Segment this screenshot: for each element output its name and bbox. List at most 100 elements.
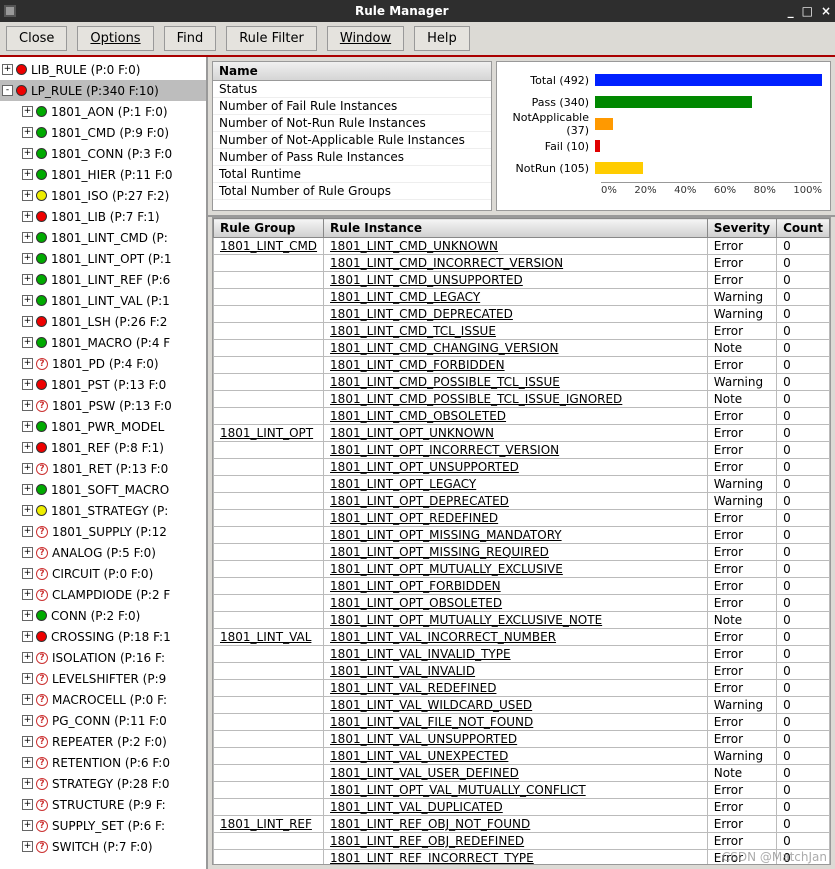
expander-icon[interactable]: + bbox=[22, 715, 33, 726]
expander-icon[interactable]: + bbox=[22, 400, 33, 411]
cell-rule-group[interactable]: 1801_LINT_REF bbox=[214, 816, 324, 833]
expander-icon[interactable]: + bbox=[22, 421, 33, 432]
table-row[interactable]: 1801_LINT_VAL_INVALIDError0 bbox=[214, 663, 830, 680]
cell-rule-instance[interactable]: 1801_LINT_CMD_POSSIBLE_TCL_ISSUE bbox=[324, 374, 708, 391]
tree-item[interactable]: +?1801_PSW (P:13 F:0 bbox=[0, 395, 206, 416]
field-list[interactable]: Name StatusNumber of Fail Rule Instances… bbox=[212, 61, 492, 211]
table-row[interactable]: 1801_LINT_VAL_DUPLICATEDError0 bbox=[214, 799, 830, 816]
expander-icon[interactable]: + bbox=[22, 295, 33, 306]
cell-rule-instance[interactable]: 1801_LINT_CMD_FORBIDDEN bbox=[324, 357, 708, 374]
cell-rule-instance[interactable]: 1801_LINT_VAL_UNSUPPORTED bbox=[324, 731, 708, 748]
cell-rule-group[interactable]: 1801_LINT_OPT bbox=[214, 425, 324, 442]
table-row[interactable]: 1801_LINT_OPT_MISSING_MANDATORYError0 bbox=[214, 527, 830, 544]
cell-rule-instance[interactable]: 1801_LINT_OPT_VAL_MUTUALLY_CONFLICT bbox=[324, 782, 708, 799]
expander-icon[interactable]: + bbox=[22, 106, 33, 117]
table-row[interactable]: 1801_LINT_OPT_UNSUPPORTEDError0 bbox=[214, 459, 830, 476]
table-row[interactable]: 1801_LINT_VAL_REDEFINEDError0 bbox=[214, 680, 830, 697]
table-row[interactable]: 1801_LINT_OPT_MUTUALLY_EXCLUSIVE_NOTENot… bbox=[214, 612, 830, 629]
tree-item[interactable]: +1801_HIER (P:11 F:0 bbox=[0, 164, 206, 185]
tree-item[interactable]: +CROSSING (P:18 F:1 bbox=[0, 626, 206, 647]
expander-icon[interactable]: + bbox=[22, 274, 33, 285]
cell-rule-instance[interactable]: 1801_LINT_OPT_UNSUPPORTED bbox=[324, 459, 708, 476]
tree-item[interactable]: +?LEVELSHIFTER (P:9 bbox=[0, 668, 206, 689]
table-row[interactable]: 1801_LINT_REF1801_LINT_REF_OBJ_NOT_FOUND… bbox=[214, 816, 830, 833]
tree-item[interactable]: +1801_ISO (P:27 F:2) bbox=[0, 185, 206, 206]
field-list-row[interactable]: Number of Not-Run Rule Instances bbox=[213, 115, 491, 132]
cell-rule-instance[interactable]: 1801_LINT_REF_INCORRECT_TYPE bbox=[324, 850, 708, 866]
table-row[interactable]: 1801_LINT_CMD_INCORRECT_VERSIONError0 bbox=[214, 255, 830, 272]
cell-rule-group[interactable]: 1801_LINT_VAL bbox=[214, 629, 324, 646]
tree-item[interactable]: +?1801_SUPPLY (P:12 bbox=[0, 521, 206, 542]
close-button[interactable]: Close bbox=[6, 26, 67, 51]
maximize-button[interactable]: □ bbox=[802, 4, 813, 18]
table-row[interactable]: 1801_LINT_CMD_POSSIBLE_TCL_ISSUE_IGNORED… bbox=[214, 391, 830, 408]
expander-icon[interactable]: + bbox=[22, 631, 33, 642]
expander-icon[interactable]: + bbox=[22, 148, 33, 159]
table-row[interactable]: 1801_LINT_VAL_UNEXPECTEDWarning0 bbox=[214, 748, 830, 765]
table-row[interactable]: 1801_LINT_VAL_WILDCARD_USEDWarning0 bbox=[214, 697, 830, 714]
options-menu[interactable]: Options bbox=[77, 26, 153, 51]
expander-icon[interactable]: + bbox=[22, 358, 33, 369]
cell-rule-instance[interactable]: 1801_LINT_OPT_REDEFINED bbox=[324, 510, 708, 527]
tree-item[interactable]: +1801_LSH (P:26 F:2 bbox=[0, 311, 206, 332]
cell-rule-instance[interactable]: 1801_LINT_OPT_MUTUALLY_EXCLUSIVE bbox=[324, 561, 708, 578]
expander-icon[interactable]: + bbox=[22, 841, 33, 852]
expander-icon[interactable]: + bbox=[22, 127, 33, 138]
table-row[interactable]: 1801_LINT_OPT_REDEFINEDError0 bbox=[214, 510, 830, 527]
table-header[interactable]: Count bbox=[777, 219, 830, 238]
tree-item[interactable]: +?REPEATER (P:2 F:0) bbox=[0, 731, 206, 752]
tree-item[interactable]: +?SWITCH (P:7 F:0) bbox=[0, 836, 206, 857]
cell-rule-instance[interactable]: 1801_LINT_OPT_UNKNOWN bbox=[324, 425, 708, 442]
cell-rule-instance[interactable]: 1801_LINT_VAL_DUPLICATED bbox=[324, 799, 708, 816]
tree-item[interactable]: +?RETENTION (P:6 F:0 bbox=[0, 752, 206, 773]
table-row[interactable]: 1801_LINT_OPT_VAL_MUTUALLY_CONFLICTError… bbox=[214, 782, 830, 799]
table-row[interactable]: 1801_LINT_VAL_USER_DEFINEDNote0 bbox=[214, 765, 830, 782]
table-row[interactable]: 1801_LINT_OPT_FORBIDDENError0 bbox=[214, 578, 830, 595]
tree-item[interactable]: +?CLAMPDIODE (P:2 F bbox=[0, 584, 206, 605]
cell-rule-instance[interactable]: 1801_LINT_REF_OBJ_REDEFINED bbox=[324, 833, 708, 850]
expander-icon[interactable]: + bbox=[22, 316, 33, 327]
cell-rule-instance[interactable]: 1801_LINT_VAL_FILE_NOT_FOUND bbox=[324, 714, 708, 731]
tree-item[interactable]: +1801_LINT_CMD (P: bbox=[0, 227, 206, 248]
field-list-row[interactable]: Number of Not-Applicable Rule Instances bbox=[213, 132, 491, 149]
tree-item[interactable]: +1801_LINT_OPT (P:1 bbox=[0, 248, 206, 269]
table-row[interactable]: 1801_LINT_VAL_UNSUPPORTEDError0 bbox=[214, 731, 830, 748]
minimize-button[interactable]: _ bbox=[788, 4, 794, 18]
cell-rule-instance[interactable]: 1801_LINT_OPT_MISSING_REQUIRED bbox=[324, 544, 708, 561]
table-row[interactable]: 1801_LINT_CMD1801_LINT_CMD_UNKNOWNError0 bbox=[214, 238, 830, 255]
tree-item[interactable]: +1801_CONN (P:3 F:0 bbox=[0, 143, 206, 164]
cell-rule-instance[interactable]: 1801_LINT_CMD_UNSUPPORTED bbox=[324, 272, 708, 289]
expander-icon[interactable]: + bbox=[22, 799, 33, 810]
cell-rule-instance[interactable]: 1801_LINT_CMD_UNKNOWN bbox=[324, 238, 708, 255]
table-header[interactable]: Severity bbox=[707, 219, 776, 238]
tree-item[interactable]: +1801_STRATEGY (P: bbox=[0, 500, 206, 521]
expander-icon[interactable]: + bbox=[22, 568, 33, 579]
tree-item[interactable]: -LP_RULE (P:340 F:10) bbox=[0, 80, 206, 101]
cell-rule-instance[interactable]: 1801_LINT_OPT_MUTUALLY_EXCLUSIVE_NOTE bbox=[324, 612, 708, 629]
cell-rule-instance[interactable]: 1801_LINT_CMD_LEGACY bbox=[324, 289, 708, 306]
rule-tree[interactable]: +LIB_RULE (P:0 F:0)-LP_RULE (P:340 F:10)… bbox=[0, 57, 208, 869]
close-window-button[interactable]: × bbox=[821, 4, 831, 18]
expander-icon[interactable]: + bbox=[22, 442, 33, 453]
table-row[interactable]: 1801_LINT_REF_OBJ_REDEFINEDError0 bbox=[214, 833, 830, 850]
cell-rule-instance[interactable]: 1801_LINT_CMD_TCL_ISSUE bbox=[324, 323, 708, 340]
table-row[interactable]: 1801_LINT_CMD_OBSOLETEDError0 bbox=[214, 408, 830, 425]
cell-rule-instance[interactable]: 1801_LINT_CMD_POSSIBLE_TCL_ISSUE_IGNORED bbox=[324, 391, 708, 408]
expander-icon[interactable]: + bbox=[22, 232, 33, 243]
expander-icon[interactable]: + bbox=[22, 211, 33, 222]
cell-rule-instance[interactable]: 1801_LINT_VAL_INVALID bbox=[324, 663, 708, 680]
cell-rule-instance[interactable]: 1801_LINT_VAL_UNEXPECTED bbox=[324, 748, 708, 765]
expander-icon[interactable]: + bbox=[22, 505, 33, 516]
expander-icon[interactable]: + bbox=[22, 463, 33, 474]
expander-icon[interactable]: + bbox=[22, 610, 33, 621]
tree-item[interactable]: +?STRUCTURE (P:9 F: bbox=[0, 794, 206, 815]
expander-icon[interactable]: + bbox=[22, 778, 33, 789]
table-row[interactable]: 1801_LINT_OPT1801_LINT_OPT_UNKNOWNError0 bbox=[214, 425, 830, 442]
tree-item[interactable]: +1801_MACRO (P:4 F bbox=[0, 332, 206, 353]
expander-icon[interactable]: + bbox=[22, 526, 33, 537]
expander-icon[interactable]: - bbox=[2, 85, 13, 96]
tree-item[interactable]: +?PG_CONN (P:11 F:0 bbox=[0, 710, 206, 731]
table-row[interactable]: 1801_LINT_CMD_LEGACYWarning0 bbox=[214, 289, 830, 306]
expander-icon[interactable]: + bbox=[22, 253, 33, 264]
tree-item[interactable]: +?ANALOG (P:5 F:0) bbox=[0, 542, 206, 563]
